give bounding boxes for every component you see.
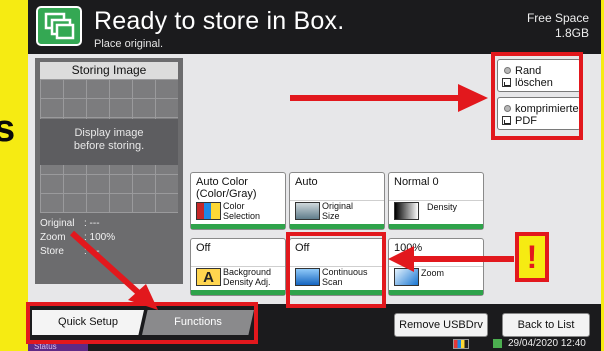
preview-message-line1: Display image [74,127,144,139]
info-zoom-value: : 100% [84,232,116,243]
back-to-list-button[interactable]: Back to List [502,313,590,337]
continuous-scan-value: Off [295,242,310,254]
label-line2: Size [322,211,340,221]
color-selection-icon [196,202,221,220]
preview-message-line2: before storing. [73,140,145,152]
storing-image-preview: Storing Image Display image before stori… [35,58,183,284]
color-selection-tile[interactable]: Auto Color (Color/Gray) Color Selection [190,172,286,230]
label-line1: Color [223,201,245,211]
info-original-label: Original [40,218,75,229]
page-subtitle: Place original. [94,38,164,50]
rand-loeschen-label: Rand löschen [515,65,553,89]
density-tile[interactable]: Normal 0 Density [388,172,484,230]
info-store-label: Store [40,246,64,257]
document-icon [502,116,511,125]
continuous-scan-tile[interactable]: Off Continuous Scan [289,238,385,296]
komprimierte-pdf-label-line1: komprimierte [515,103,579,115]
zoom-label: Zoom [421,268,445,278]
tile-strip [191,224,285,229]
tile-strip [389,290,483,295]
tile-separator [389,266,483,267]
komprimierte-pdf-label-line2: PDF [515,115,537,127]
label-line1: Continuous [322,267,368,277]
panel-screen: Ready to store in Box. Place original. F… [28,0,601,351]
info-store-value: : --- [84,246,100,257]
free-space-label: Free Space [526,11,589,25]
original-size-value: Auto [295,176,318,188]
clock-icon [493,339,502,348]
tile-separator [389,200,483,201]
zoom-value: 100% [394,242,423,254]
value-line2: (Color/Gray) [196,188,257,200]
original-size-label: Original Size [322,201,353,221]
label-line1: Background [223,267,272,277]
info-original: Original : --- [40,218,100,229]
tile-strip [290,290,384,295]
info-store: Store : --- [40,246,100,257]
zoom-icon [394,268,419,286]
label-line2: Selection [223,211,261,221]
stage: s Ready to store in Box. Place original.… [0,0,604,351]
tab-functions[interactable]: Functions [142,310,254,335]
remove-usb-button[interactable]: Remove USBDrv [394,313,488,337]
tile-strip [389,224,483,229]
rand-loeschen-button[interactable]: Rand löschen [497,59,581,92]
continuous-scan-icon [295,268,320,286]
tile-strip [290,224,384,229]
page-fragment-letter: s [0,108,16,150]
label-line1: Original [322,201,354,211]
preview-message: Display image before storing. [40,127,178,153]
toner-status-icon [453,339,469,349]
tab-quick-setup[interactable]: Quick Setup [32,310,144,335]
label-line2: Density Adj. [223,277,271,287]
free-space-value: 1.8GB [554,26,589,40]
density-label: Density [427,202,458,212]
tile-strip [191,290,285,295]
zoom-tile[interactable]: 100% Zoom [388,238,484,296]
original-size-tile[interactable]: Auto Original Size [289,172,385,230]
background-density-value: Off [196,242,211,254]
status-tab[interactable]: Status [28,342,88,351]
radio-indicator-icon [504,67,511,74]
label-line2: Scan [322,277,343,287]
header: Ready to store in Box. Place original. F… [28,0,601,54]
info-zoom-label: Zoom [40,232,66,243]
density-icon [394,202,419,220]
document-icon [502,78,511,87]
value-line1: Auto Color [196,176,248,188]
background-density-icon: A [196,268,221,286]
color-selection-label: Color Selection [223,201,260,221]
page-title: Ready to store in Box. [94,7,345,35]
preview-title: Storing Image [40,62,178,79]
radio-indicator-icon [504,105,511,112]
box-store-icon [36,6,82,46]
info-zoom: Zoom : 100% [40,232,115,243]
continuous-scan-label: Continuous Scan [322,267,368,287]
color-selection-value: Auto Color (Color/Gray) [196,176,257,200]
komprimierte-pdf-button[interactable]: komprimierte PDF [497,97,581,130]
original-size-icon [295,202,320,220]
background-density-label: Background Density Adj. [223,267,271,287]
background-density-tile[interactable]: Off A Background Density Adj. [190,238,286,296]
info-original-value: : --- [84,218,100,229]
datetime: 29/04/2020 12:40 [508,338,586,349]
density-value: Normal 0 [394,176,439,188]
